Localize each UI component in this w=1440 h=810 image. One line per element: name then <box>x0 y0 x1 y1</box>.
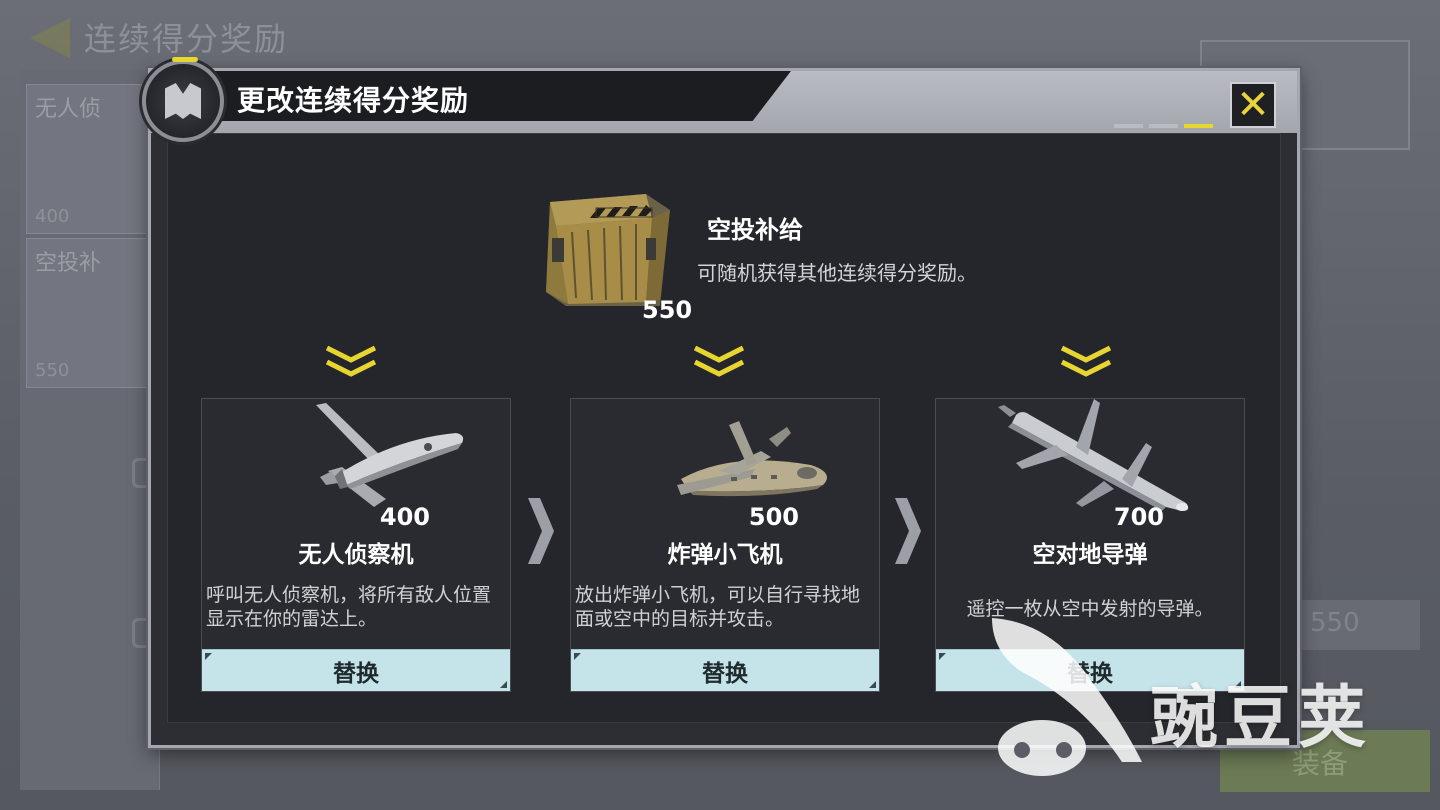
chevron-right-icon <box>895 498 921 564</box>
option-description: 放出炸弹小飞机，可以自行寻找地面或空中的目标并攻击。 <box>575 584 861 630</box>
replace-button-label: 替换 <box>333 660 379 687</box>
watermark-logo-icon <box>992 618 1142 776</box>
background-card-cost: 550 <box>35 360 70 381</box>
replace-button-label: 替换 <box>702 660 748 687</box>
option-name: 炸弹小飞机 <box>667 542 783 568</box>
chevron-down-icon <box>1060 345 1112 377</box>
emblem-icon <box>142 57 224 142</box>
killstreak-option-card: 400 无人侦察机 呼叫无人侦察机，将所有敌人位置显示在你的雷达上。 替换 <box>201 398 511 692</box>
supply-crate-icon <box>546 194 670 306</box>
option-cost: 500 <box>748 503 799 531</box>
featured-description: 可随机获得其他连续得分奖励。 <box>697 261 977 285</box>
page-dot <box>1114 124 1143 128</box>
background-cost-box: 550 <box>1280 600 1420 650</box>
option-description: 呼叫无人侦察机，将所有敌人位置显示在你的雷达上。 <box>206 584 492 630</box>
featured-cost: 550 <box>642 296 693 324</box>
replace-button[interactable]: 替换 <box>571 649 879 691</box>
option-cost: 700 <box>1113 503 1164 531</box>
back-arrow-icon[interactable] <box>30 18 70 58</box>
page-indicator <box>1114 124 1213 128</box>
missile-icon <box>998 399 1189 511</box>
background-cost: 550 <box>1310 608 1360 638</box>
replace-button[interactable]: 替换 <box>202 649 510 691</box>
close-button[interactable]: ✕ <box>1230 82 1276 128</box>
background-card-label: 空投补 <box>35 251 102 276</box>
recon-drone-icon <box>316 403 464 507</box>
bomb-drone-icon <box>677 421 827 497</box>
option-name: 空对地导弹 <box>1032 542 1148 568</box>
option-name: 无人侦察机 <box>298 542 414 568</box>
watermark-text: 豌豆荚 <box>1150 679 1373 758</box>
chevron-down-icon <box>693 345 745 377</box>
background-screen-title: 连续得分奖励 <box>84 20 289 58</box>
close-icon: ✕ <box>1236 82 1270 128</box>
killstreak-option-card: 500 炸弹小飞机 放出炸弹小飞机，可以自行寻找地面或空中的目标并攻击。 替换 <box>570 398 880 692</box>
background-card-cost: 400 <box>35 206 70 227</box>
background-card-label: 无人侦 <box>35 97 102 122</box>
option-cost: 400 <box>379 503 430 531</box>
background-card: 无人侦 400 <box>26 84 156 234</box>
dialog-title: 更改连续得分奖励 <box>237 84 470 117</box>
page-dot <box>1149 124 1178 128</box>
featured-name: 空投补给 <box>707 216 803 244</box>
page-dot-active <box>1184 124 1213 128</box>
chevron-down-icon <box>325 345 377 377</box>
background-card: 空投补 550 <box>26 238 156 388</box>
chevron-right-icon <box>528 498 554 564</box>
